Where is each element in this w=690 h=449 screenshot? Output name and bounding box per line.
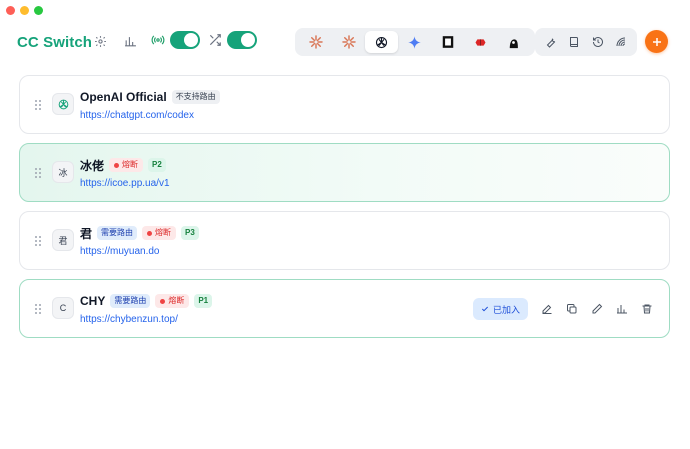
wrench-icon[interactable] [541, 32, 561, 52]
priority-badge: P3 [181, 226, 199, 240]
drag-handle-icon[interactable] [34, 99, 42, 111]
app-switcher [295, 28, 535, 56]
route-badge: 需要路由 [110, 294, 151, 308]
status-text: 熔断 [122, 160, 139, 169]
failover-toggle[interactable] [227, 31, 257, 49]
delete-trash-icon[interactable] [637, 299, 657, 319]
provider-url[interactable]: https://chatgpt.com/codex [80, 110, 194, 121]
settings-gear-icon[interactable] [92, 33, 108, 49]
add-provider-button[interactable] [645, 30, 668, 53]
provider-name: CHY [80, 294, 106, 308]
status-dot-icon [147, 230, 153, 236]
status-text: 熔断 [155, 228, 172, 237]
circuit-breaker-badge: 熔断 [142, 226, 177, 240]
provider-list: OpenAI Official 不支持路由 https://chatgpt.co… [19, 75, 670, 347]
broadcast-icon [150, 32, 166, 48]
provider-title-row: CHY 需要路由 熔断 P1 [80, 293, 213, 309]
joined-label: 已加入 [492, 304, 520, 315]
maximize-window-button[interactable] [34, 6, 43, 15]
provider-title-row: OpenAI Official 不支持路由 [80, 89, 220, 105]
square-app-button[interactable] [431, 31, 464, 53]
provider-avatar: 君 [52, 229, 74, 251]
gemini-star-icon [408, 35, 421, 49]
gemini-app-button[interactable] [398, 31, 431, 53]
edit-icon[interactable] [537, 299, 557, 319]
hooded-figure-icon [509, 38, 518, 48]
provider-url[interactable]: https://chybenzun.top/ [80, 314, 178, 325]
provider-name: 冰佬 [80, 158, 105, 173]
provider-name: OpenAI Official [80, 90, 167, 104]
test-pencil-icon[interactable] [587, 299, 607, 319]
provider-card[interactable]: 冰 冰佬 熔断 P2 https://icoe.pp.ua/v1 [19, 143, 670, 202]
proxy-toggle[interactable] [170, 31, 200, 49]
failover-toggle-group [207, 31, 257, 49]
close-window-button[interactable] [6, 6, 15, 15]
provider-card[interactable]: OpenAI Official 不支持路由 https://chatgpt.co… [19, 75, 670, 134]
codex-app-button[interactable] [365, 31, 398, 53]
drag-handle-icon[interactable] [34, 303, 42, 315]
status-text: 熔断 [168, 296, 185, 305]
proxy-toggle-group [150, 31, 200, 49]
history-icon[interactable] [588, 32, 608, 52]
provider-url[interactable]: https://muyuan.do [80, 246, 160, 257]
signal-icon[interactable] [611, 32, 631, 52]
provider-avatar: C [52, 297, 74, 319]
status-dot-icon [160, 298, 166, 304]
provider-card[interactable]: 君 君 需要路由 熔断 P3 https://muyuan.do [19, 211, 670, 270]
stats-chart-icon[interactable] [612, 299, 632, 319]
status-dot-icon [114, 162, 120, 168]
app-window: CC Switch OpenAI Official 不支持路由 https://… [0, 0, 690, 449]
claude-app-button[interactable] [299, 31, 332, 53]
header: CC Switch [0, 28, 690, 56]
claude-desktop-app-button[interactable] [332, 31, 365, 53]
copy-icon[interactable] [562, 299, 582, 319]
claude-sparkle-icon [308, 35, 323, 49]
framed-square-icon [442, 36, 453, 48]
circuit-breaker-badge: 熔断 [109, 158, 144, 172]
drag-handle-icon[interactable] [34, 235, 42, 247]
book-icon[interactable] [564, 32, 584, 52]
circuit-breaker-badge: 熔断 [155, 294, 190, 308]
route-badge: 需要路由 [97, 226, 138, 240]
provider-title-row: 冰佬 熔断 P2 [80, 157, 166, 173]
tools-group [535, 28, 637, 56]
priority-badge: P2 [148, 158, 166, 172]
red-bug-icon [475, 38, 486, 46]
drag-handle-icon[interactable] [34, 167, 42, 179]
check-icon [481, 306, 489, 312]
openai-knot-icon [375, 36, 388, 48]
usage-chart-icon[interactable] [122, 33, 138, 49]
provider-url[interactable]: https://icoe.pp.ua/v1 [80, 178, 170, 189]
red-app-button[interactable] [464, 31, 497, 53]
claude-sparkle-alt-icon [341, 35, 356, 49]
priority-badge: P1 [194, 294, 213, 308]
openai-knot-icon [58, 99, 68, 109]
shuffle-icon [207, 32, 223, 48]
provider-avatar [52, 93, 74, 115]
provider-title-row: 君 需要路由 熔断 P3 [80, 225, 199, 241]
minimize-window-button[interactable] [20, 6, 29, 15]
provider-name: 君 [80, 226, 93, 241]
provider-actions: 已加入 [472, 298, 657, 320]
route-badge: 不支持路由 [171, 90, 220, 104]
provider-card[interactable]: C CHY 需要路由 熔断 P1 https://chybenzun.top/ … [19, 279, 670, 338]
plus-icon [652, 37, 661, 46]
app-title: CC Switch [17, 34, 93, 51]
agent-app-button[interactable] [497, 31, 530, 53]
window-controls [6, 6, 43, 15]
joined-button[interactable]: 已加入 [472, 298, 528, 320]
provider-avatar: 冰 [52, 161, 74, 183]
